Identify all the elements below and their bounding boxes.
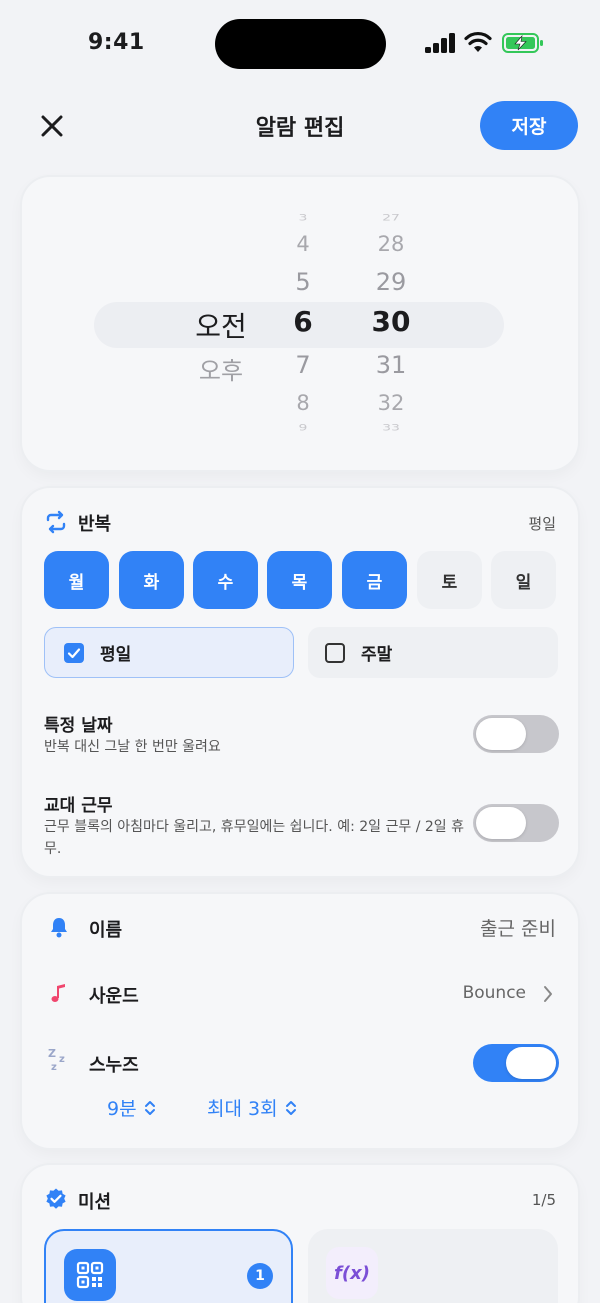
minute-option[interactable]: 27 xyxy=(356,213,426,223)
minute-option[interactable]: 29 xyxy=(356,268,426,296)
sound-label: 사운드 xyxy=(89,986,139,1007)
weekdays-preset-label: 평일 xyxy=(100,645,132,665)
repeat-title: 반복 xyxy=(78,514,112,535)
day-fri-button[interactable]: 금 xyxy=(342,551,407,609)
status-bar: 9:41 xyxy=(0,0,600,90)
minute-option[interactable]: 33 xyxy=(356,423,426,433)
mission-card: 미션 1/5 1 f(x) xyxy=(22,1165,578,1303)
chevron-up-down-icon xyxy=(285,1100,296,1115)
specific-date-title: 특정 날짜 xyxy=(44,716,113,736)
weekdays-preset-button[interactable]: 평일 xyxy=(44,627,294,678)
hour-option[interactable]: 5 xyxy=(268,268,338,296)
qr-code-icon xyxy=(64,1249,116,1301)
repeat-icon xyxy=(46,510,66,534)
save-button[interactable]: 저장 xyxy=(480,101,578,150)
day-wed-button[interactable]: 수 xyxy=(193,551,258,609)
time-picker-card: 오전 오후 3 4 5 6 7 8 9 27 28 29 30 31 32 33 xyxy=(22,177,578,470)
day-sun-button[interactable]: 일 xyxy=(491,551,556,609)
snooze-toggle[interactable] xyxy=(473,1044,559,1082)
day-thu-button[interactable]: 목 xyxy=(267,551,332,609)
shift-work-title: 교대 근무 xyxy=(44,796,113,816)
sound-value[interactable]: Bounce xyxy=(463,983,526,1003)
specific-date-toggle[interactable] xyxy=(473,715,559,753)
repeat-summary: 평일 xyxy=(528,515,556,533)
wifi-icon xyxy=(464,31,492,52)
checkbox-empty-icon xyxy=(325,642,345,663)
shift-work-subtitle: 근무 블록의 아침마다 울리고, 휴무일에는 쉽니다. 예: 2일 근무 / 2… xyxy=(44,819,464,857)
snooze-label: 스누즈 xyxy=(89,1055,139,1076)
verified-check-icon xyxy=(46,1188,66,1209)
mission-badge: 1 xyxy=(247,1263,273,1289)
chevron-up-down-icon xyxy=(144,1100,155,1115)
weekend-preset-label: 주말 xyxy=(361,645,393,665)
snooze-interval-value: 9분 xyxy=(107,1098,137,1120)
mission-tile-qr[interactable]: 1 xyxy=(44,1229,293,1303)
hour-selected[interactable]: 6 xyxy=(268,305,338,338)
mission-tile-math[interactable]: f(x) xyxy=(308,1229,558,1303)
hour-option[interactable]: 8 xyxy=(268,391,338,415)
ampm-option[interactable]: 오후 xyxy=(186,351,256,386)
minute-option[interactable]: 32 xyxy=(356,391,426,415)
day-mon-button[interactable]: 월 xyxy=(44,551,109,609)
fx-label: f(x) xyxy=(334,1262,370,1284)
ampm-selected[interactable]: 오전 xyxy=(186,305,256,345)
mission-count: 1/5 xyxy=(531,1191,556,1209)
snooze-max-value: 최대 3회 xyxy=(207,1098,278,1120)
snooze-max-select[interactable]: 최대 3회 xyxy=(207,1094,298,1121)
cellular-signal-icon xyxy=(425,33,457,53)
hour-option[interactable]: 7 xyxy=(268,351,338,379)
status-time: 9:41 xyxy=(88,30,145,55)
minute-selected[interactable]: 30 xyxy=(356,305,426,338)
alarm-settings-card: 이름 출근 준비 사운드 Bounce Z z z 스누즈 9분 최대 3회 xyxy=(22,894,578,1148)
snooze-zzz-icon: Z z z xyxy=(48,1047,65,1073)
music-note-icon xyxy=(51,984,65,1002)
minute-option[interactable]: 31 xyxy=(356,351,426,379)
snooze-interval-select[interactable]: 9분 xyxy=(107,1094,157,1121)
mission-title: 미션 xyxy=(78,1192,112,1213)
hour-option[interactable]: 4 xyxy=(268,232,338,256)
name-label: 이름 xyxy=(89,920,123,941)
dynamic-island xyxy=(215,19,386,69)
specific-date-subtitle: 반복 대신 그날 한 번만 울려요 xyxy=(44,739,221,755)
checkbox-checked-icon xyxy=(64,642,84,663)
hour-option[interactable]: 9 xyxy=(268,423,338,433)
day-tue-button[interactable]: 화 xyxy=(119,551,184,609)
repeat-card: 반복 평일 월 화 수 목 금 토 일 평일 주말 특정 날짜 반복 대신 그날… xyxy=(22,488,578,876)
fx-math-icon: f(x) xyxy=(326,1247,378,1299)
hour-option[interactable]: 3 xyxy=(268,213,338,223)
minute-option[interactable]: 28 xyxy=(356,232,426,256)
chevron-right-icon[interactable] xyxy=(542,984,554,1004)
name-value[interactable]: 출근 준비 xyxy=(480,914,556,941)
bell-icon xyxy=(51,918,67,938)
weekend-preset-button[interactable]: 주말 xyxy=(308,627,558,678)
shift-work-toggle[interactable] xyxy=(473,804,559,842)
battery-charging-icon xyxy=(502,33,543,53)
day-sat-button[interactable]: 토 xyxy=(417,551,482,609)
